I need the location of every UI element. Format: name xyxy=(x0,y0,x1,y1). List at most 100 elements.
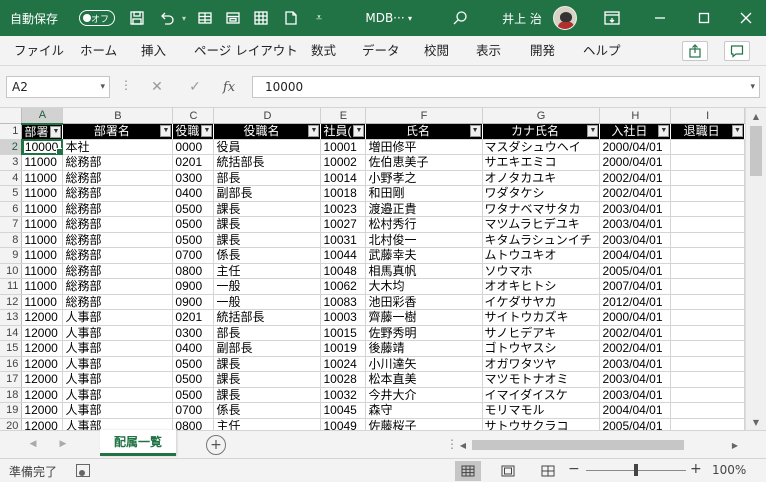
maximize-icon[interactable] xyxy=(692,0,716,36)
grid-cell[interactable]: 課長 xyxy=(213,232,322,248)
grid-cell[interactable]: 副部長 xyxy=(213,340,322,357)
grid-cell[interactable]: ソウマホ xyxy=(482,263,601,279)
grid-cell[interactable]: 課長 xyxy=(213,216,322,233)
grid-cell[interactable]: 森守 xyxy=(365,402,483,419)
row-header[interactable]: 18 xyxy=(0,387,23,403)
row-header[interactable]: 7 xyxy=(0,216,23,233)
grid-cell[interactable]: 2005/04/01 xyxy=(599,418,672,430)
share-button[interactable] xyxy=(682,41,708,61)
tab-data[interactable]: データ xyxy=(362,36,400,66)
sheet-tab-active[interactable]: 配属一覧 xyxy=(100,430,176,456)
filter-dropdown-icon[interactable]: ▼ xyxy=(201,125,213,137)
grid-cell[interactable] xyxy=(670,247,745,264)
grid-cell[interactable] xyxy=(670,356,745,372)
column-header[interactable]: D xyxy=(213,108,322,124)
grid-cell[interactable]: 大木均 xyxy=(365,278,483,295)
row-header[interactable]: 5 xyxy=(0,185,23,202)
field-header-cell[interactable]: 氏名 ▼ xyxy=(365,123,483,140)
grid-cell[interactable]: 武藤幸夫 xyxy=(365,247,483,264)
field-header-cell[interactable]: 部署名 ▼ xyxy=(62,123,174,140)
grid-cell[interactable]: 10062 xyxy=(320,278,367,295)
grid-cell[interactable]: 総務部 xyxy=(62,278,174,295)
tab-review[interactable]: 校閲 xyxy=(424,36,449,66)
field-header-cell[interactable]: カナ氏名 ▼ xyxy=(482,123,601,140)
row-header[interactable]: 19 xyxy=(0,402,23,419)
grid-cell[interactable]: 10001 xyxy=(320,139,367,155)
undo-dropdown-icon[interactable]: ▾ xyxy=(178,0,190,36)
tab-help[interactable]: ヘルプ xyxy=(583,36,621,66)
grid-cell[interactable]: イマイダイスケ xyxy=(482,387,601,403)
grid-cell[interactable]: 佐伯恵美子 xyxy=(365,154,483,171)
zoom-slider-knob[interactable] xyxy=(634,464,638,476)
grid-cell[interactable] xyxy=(670,371,745,388)
tab-insert[interactable]: 挿入 xyxy=(141,36,166,66)
grid-cell[interactable]: 0500 xyxy=(172,216,215,233)
grid-cell[interactable]: 0500 xyxy=(172,232,215,248)
row-header[interactable]: 10 xyxy=(0,263,23,279)
grid-cell[interactable]: 松本直美 xyxy=(365,371,483,388)
row-header[interactable]: 17 xyxy=(0,371,23,388)
grid-cell[interactable]: 12000 xyxy=(21,325,64,341)
name-box[interactable]: A2 ▾ xyxy=(6,76,110,98)
grid-cell[interactable]: オオキヒトシ xyxy=(482,278,601,295)
grid-cell[interactable]: 小野孝之 xyxy=(365,170,483,186)
grid-cell[interactable]: 11000 xyxy=(21,216,64,233)
grid-cell[interactable]: 人事部 xyxy=(62,387,174,403)
grid-cell[interactable]: ムトウユキオ xyxy=(482,247,601,264)
grid-cell[interactable]: 0201 xyxy=(172,154,215,171)
grid-cell[interactable]: 人事部 xyxy=(62,371,174,388)
grid-cell[interactable] xyxy=(670,387,745,403)
grid-cell[interactable] xyxy=(670,216,745,233)
row-header[interactable]: 3 xyxy=(0,154,23,171)
filter-dropdown-icon[interactable]: ▼ xyxy=(658,125,670,137)
save-icon[interactable] xyxy=(126,0,148,36)
user-name[interactable]: 井上 治 xyxy=(497,0,547,36)
title-dropdown-icon[interactable]: ▾ xyxy=(404,0,416,36)
grid-cell[interactable]: 2002/04/01 xyxy=(599,185,672,202)
grid-cell[interactable]: サトウサクラコ xyxy=(482,418,601,430)
grid-cell[interactable]: 11000 xyxy=(21,232,64,248)
grid-cell[interactable]: 後藤靖 xyxy=(365,340,483,357)
zoom-level[interactable]: 100% xyxy=(712,463,746,477)
grid-cell[interactable]: 0800 xyxy=(172,263,215,279)
grid-cell[interactable]: ゴトウヤスシ xyxy=(482,340,601,357)
row-header[interactable]: 11 xyxy=(0,278,23,295)
grid-cell[interactable]: 総務部 xyxy=(62,232,174,248)
column-header[interactable]: H xyxy=(599,108,672,124)
grid-cell[interactable]: 2002/04/01 xyxy=(599,325,672,341)
grid-cell[interactable]: 0900 xyxy=(172,278,215,295)
grid-cell[interactable] xyxy=(670,201,745,217)
grid-cell[interactable]: 池田彩香 xyxy=(365,294,483,310)
horizontal-scroll-thumb[interactable] xyxy=(472,440,684,450)
grid-cell[interactable]: 12000 xyxy=(21,340,64,357)
grid-cell[interactable]: 0500 xyxy=(172,356,215,372)
grid-cell[interactable]: 副部長 xyxy=(213,185,322,202)
grid-cell[interactable]: 課長 xyxy=(213,371,322,388)
filter-dropdown-icon[interactable]: ▼ xyxy=(587,125,599,137)
next-sheet-icon[interactable]: ▶ xyxy=(56,437,70,451)
row-header[interactable]: 6 xyxy=(0,201,23,217)
grid-cell[interactable] xyxy=(670,294,745,310)
grid-cell[interactable]: 0700 xyxy=(172,402,215,419)
column-header[interactable]: C xyxy=(172,108,215,124)
filter-dropdown-icon[interactable]: ▼ xyxy=(50,125,62,138)
grid-cell[interactable]: オガワタツヤ xyxy=(482,356,601,372)
grid-cell[interactable]: 10048 xyxy=(320,263,367,279)
grid-cell[interactable]: 11000 xyxy=(21,247,64,264)
grid-cell[interactable]: 2003/04/01 xyxy=(599,371,672,388)
grid-cell[interactable]: 課長 xyxy=(213,387,322,403)
grid-cell[interactable]: 10003 xyxy=(320,309,367,326)
grid-cell[interactable]: 係長 xyxy=(213,402,322,419)
grid-cell[interactable]: 2004/04/01 xyxy=(599,402,672,419)
grid-cell[interactable]: 佐藤桜子 xyxy=(365,418,483,430)
grid-cell[interactable]: 0300 xyxy=(172,325,215,341)
grid-cell[interactable]: 総務部 xyxy=(62,201,174,217)
select-all-corner[interactable] xyxy=(0,108,23,124)
grid-cell[interactable]: 小川達矢 xyxy=(365,356,483,372)
grid-cell[interactable]: 渡邉正貴 xyxy=(365,201,483,217)
grid-icon[interactable] xyxy=(250,0,272,36)
grid-cell[interactable]: 人事部 xyxy=(62,402,174,419)
column-header[interactable]: I xyxy=(670,108,745,124)
grid-cell[interactable]: 総務部 xyxy=(62,294,174,310)
ribbon-display-icon[interactable] xyxy=(600,0,624,36)
